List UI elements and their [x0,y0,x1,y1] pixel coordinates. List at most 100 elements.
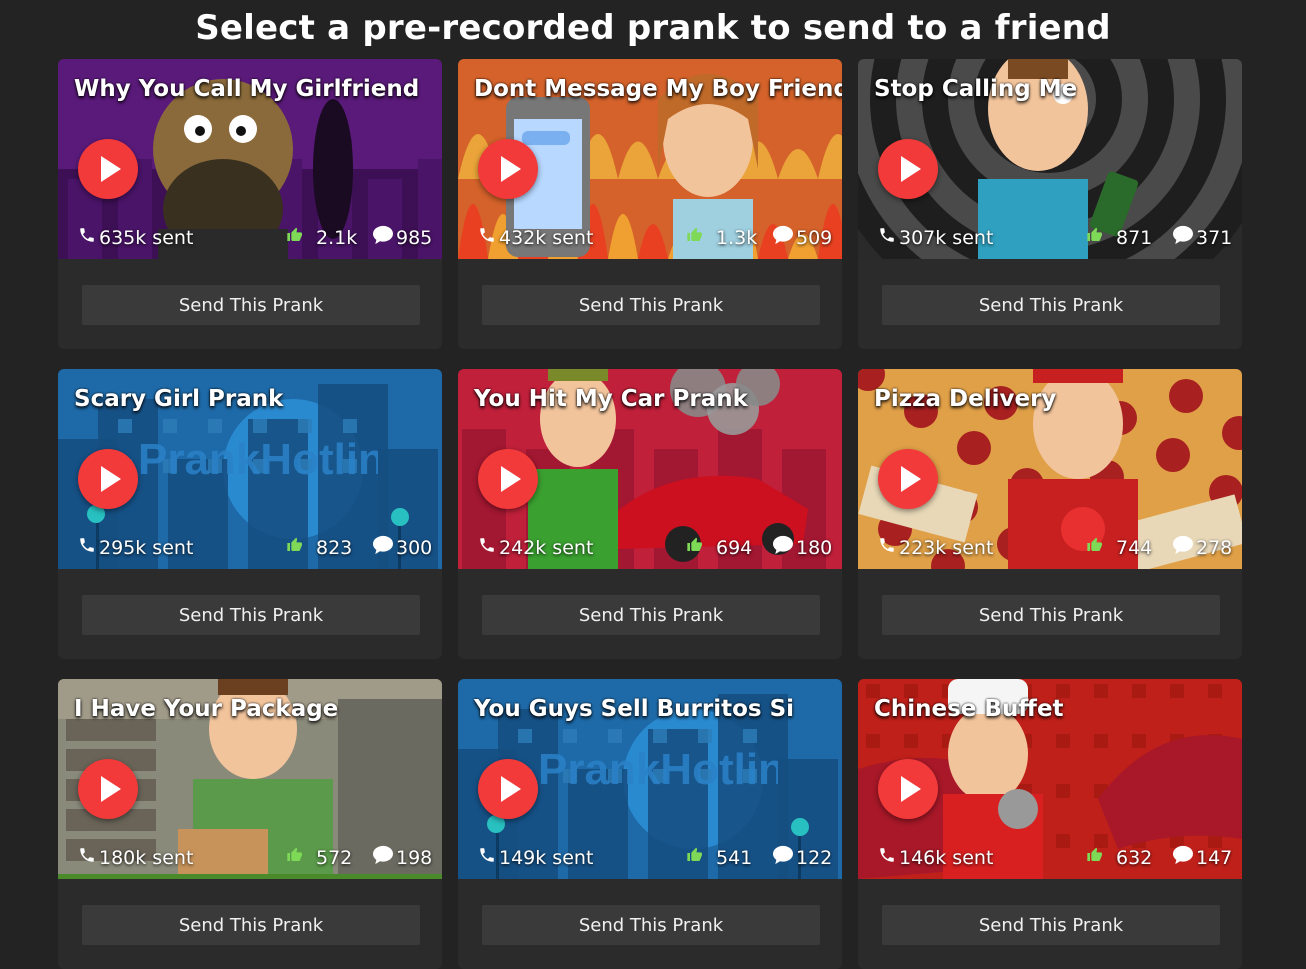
sent-count: 223k sent [878,535,993,560]
prank-title: Pizza Delivery [874,386,1057,412]
page-title: Select a pre-recorded prank to send to a… [195,8,1111,48]
like-count: 1.3k [686,225,757,250]
send-prank-button[interactable]: Send This Prank [882,905,1220,945]
prank-card: PrankHotline Scary Girl Prank 295k sent … [58,369,442,659]
prank-thumbnail[interactable]: Why You Call My Girlfriend 635k sent 2.1… [58,59,442,259]
thumbs-up-icon [1086,225,1102,250]
send-prank-button[interactable]: Send This Prank [82,905,420,945]
like-count: 541 [686,845,752,870]
send-prank-button[interactable]: Send This Prank [82,285,420,325]
like-count: 744 [1086,535,1152,560]
prank-thumbnail[interactable]: Pizza Delivery 223k sent 744 278 [858,369,1242,569]
play-icon [901,776,921,802]
thumbs-up-icon [686,535,702,560]
like-count: 871 [1086,225,1152,250]
send-prank-button[interactable]: Send This Prank [482,595,820,635]
comment-count: 122 [772,845,832,870]
prank-card: Stop Calling Me 307k sent 871 371 Send T… [858,59,1242,349]
prank-stats: 635k sent 2.1k 985 [58,217,442,259]
play-button[interactable] [78,759,138,819]
prank-thumbnail[interactable]: Stop Calling Me 307k sent 871 371 [858,59,1242,259]
prank-thumbnail[interactable]: PrankHotline You Guys Sell Burritos Si 1… [458,679,842,879]
prank-thumbnail[interactable]: You Hit My Car Prank 242k sent 694 180 [458,369,842,569]
prank-title: Stop Calling Me [874,76,1078,102]
sent-count-label: 307k sent [899,226,994,249]
comment-count-label: 300 [396,536,433,559]
like-count-label: 871 [1116,226,1153,249]
thumbs-up-icon [286,535,302,560]
send-prank-button[interactable]: Send This Prank [82,595,420,635]
sent-count-label: 635k sent [99,226,194,249]
play-button[interactable] [878,449,938,509]
like-count-label: 694 [716,536,753,559]
send-prank-button[interactable]: Send This Prank [882,285,1220,325]
speech-bubble-icon [772,535,794,560]
comment-count-label: 122 [796,846,833,869]
like-count: 632 [1086,845,1152,870]
watermark-logo: PrankHotline [138,435,378,484]
prank-stats: 242k sent 694 180 [458,527,842,569]
play-button[interactable] [78,449,138,509]
watermark-logo: PrankHotline [538,745,778,794]
sent-count: 307k sent [878,225,993,250]
prank-title: Scary Girl Prank [74,386,284,412]
svg-text:PrankHotline: PrankHotline [138,435,378,484]
phone-icon [478,535,496,560]
prank-stats: 180k sent 572 198 [58,837,442,879]
play-button[interactable] [478,449,538,509]
prank-stats: 149k sent 541 122 [458,837,842,879]
sent-count: 146k sent [878,845,993,870]
prank-card: I Have Your Package 180k sent 572 198 Se… [58,679,442,969]
speech-bubble-icon [1172,535,1194,560]
play-button[interactable] [878,759,938,819]
speech-bubble-icon [772,225,794,250]
sent-count-label: 242k sent [499,536,594,559]
prank-title: Why You Call My Girlfriend [74,76,420,102]
thumbs-up-icon [286,845,302,870]
prank-title: Dont Message My Boy Friend [474,76,842,102]
comment-count: 198 [372,845,432,870]
like-count-label: 823 [316,536,353,559]
comment-count-label: 147 [1196,846,1233,869]
play-button[interactable] [478,759,538,819]
comment-count-label: 180 [796,536,833,559]
prank-stats: 307k sent 871 371 [858,217,1242,259]
comment-count: 278 [1172,535,1232,560]
prank-thumbnail[interactable]: Chinese Buffet 146k sent 632 147 [858,679,1242,879]
play-button[interactable] [478,139,538,199]
sent-count: 635k sent [78,225,193,250]
prank-thumbnail[interactable]: PrankHotline Scary Girl Prank 295k sent … [58,369,442,569]
comment-count-label: 278 [1196,536,1233,559]
like-count-label: 1.3k [716,226,758,249]
sent-count: 149k sent [478,845,593,870]
comment-count: 147 [1172,845,1232,870]
play-icon [901,466,921,492]
send-prank-button[interactable]: Send This Prank [482,905,820,945]
comment-count-label: 509 [796,226,833,249]
prank-thumbnail[interactable]: I Have Your Package 180k sent 572 198 [58,679,442,879]
like-count: 2.1k [286,225,357,250]
like-count-label: 744 [1116,536,1153,559]
like-count-label: 572 [316,846,353,869]
prank-title: Chinese Buffet [874,696,1064,722]
like-count-label: 632 [1116,846,1153,869]
prank-card: Why You Call My Girlfriend 635k sent 2.1… [58,59,442,349]
send-prank-button[interactable]: Send This Prank [882,595,1220,635]
send-prank-button[interactable]: Send This Prank [482,285,820,325]
comment-count: 371 [1172,225,1232,250]
prank-thumbnail[interactable]: Dont Message My Boy Friend 432k sent 1.3… [458,59,842,259]
play-button[interactable] [78,139,138,199]
prank-title: You Hit My Car Prank [474,386,748,412]
prank-card: Chinese Buffet 146k sent 632 147 Send Th… [858,679,1242,969]
prank-title: I Have Your Package [74,696,339,722]
comment-count: 509 [772,225,832,250]
sent-count-label: 146k sent [899,846,994,869]
play-button[interactable] [878,139,938,199]
thumbs-up-icon [686,845,702,870]
phone-icon [78,845,96,870]
prank-card: You Hit My Car Prank 242k sent 694 180 S… [458,369,842,659]
like-count-label: 2.1k [316,226,358,249]
prank-stats: 223k sent 744 278 [858,527,1242,569]
play-icon [101,156,121,182]
phone-icon [478,225,496,250]
